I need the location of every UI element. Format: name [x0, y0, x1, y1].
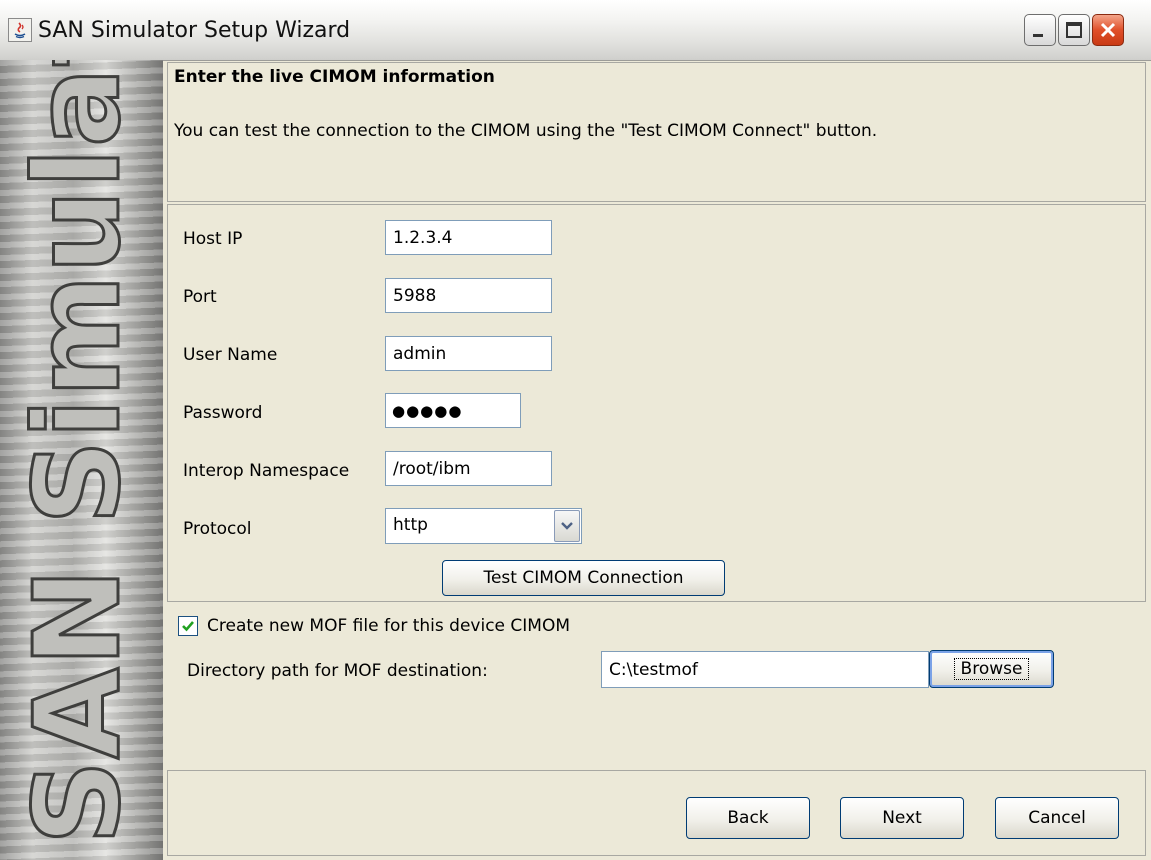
navigation-panel: Back Next Cancel: [167, 770, 1146, 856]
mof-directory-label: Directory path for MOF destination:: [187, 661, 488, 681]
close-button[interactable]: [1092, 14, 1124, 46]
cancel-button[interactable]: Cancel: [995, 797, 1119, 839]
mof-directory-input[interactable]: [601, 651, 929, 688]
create-mof-label: Create new MOF file for this device CIMO…: [207, 616, 571, 636]
protocol-selected-value: http: [393, 515, 428, 535]
cancel-label: Cancel: [1028, 808, 1086, 828]
browse-button[interactable]: Browse: [929, 650, 1054, 688]
banner-logo: SAN Simulator: [7, 60, 148, 847]
minimize-icon: [1033, 34, 1043, 37]
page-description: You can test the connection to the CIMOM…: [174, 121, 878, 141]
svg-text:SAN Simulator: SAN Simulator: [8, 60, 146, 845]
back-label: Back: [727, 808, 769, 828]
user-name-input[interactable]: [385, 336, 552, 371]
user-name-label: User Name: [183, 345, 278, 365]
protocol-label: Protocol: [183, 519, 252, 539]
create-mof-checkbox[interactable]: [178, 616, 198, 636]
host-ip-label: Host IP: [183, 229, 243, 249]
test-cimom-connection-label: Test CIMOM Connection: [483, 568, 684, 588]
host-ip-input[interactable]: [385, 220, 552, 255]
port-label: Port: [183, 287, 217, 307]
test-cimom-connection-button[interactable]: Test CIMOM Connection: [442, 560, 725, 596]
mof-panel: Create new MOF file for this device CIMO…: [167, 604, 1146, 768]
checkmark-icon: [182, 621, 194, 632]
protocol-dropdown-button[interactable]: [554, 510, 580, 542]
protocol-select[interactable]: http: [385, 508, 582, 544]
maximize-icon: [1066, 22, 1082, 38]
close-icon: [1100, 22, 1116, 38]
password-input[interactable]: ●●●●●: [385, 393, 521, 428]
side-banner: SAN Simulator: [0, 60, 163, 860]
password-label: Password: [183, 403, 263, 423]
chevron-down-icon: [561, 522, 573, 530]
java-app-icon[interactable]: [8, 18, 32, 42]
connection-form: Host IP Port User Name Password ●●●●● In…: [167, 204, 1146, 602]
browse-label: Browse: [953, 658, 1030, 680]
setup-wizard-window: SAN Simulator Setup Wizard SAN Simulator…: [0, 0, 1151, 860]
window-title: SAN Simulator Setup Wizard: [38, 18, 351, 43]
next-button[interactable]: Next: [840, 797, 964, 839]
back-button[interactable]: Back: [686, 797, 810, 839]
interop-namespace-label: Interop Namespace: [183, 461, 350, 481]
maximize-button[interactable]: [1058, 14, 1090, 46]
next-label: Next: [882, 808, 922, 828]
interop-namespace-input[interactable]: [385, 451, 552, 486]
header-panel: Enter the live CIMOM information You can…: [167, 62, 1146, 202]
port-input[interactable]: [385, 278, 552, 313]
title-bar[interactable]: SAN Simulator Setup Wizard: [0, 0, 1151, 61]
page-title: Enter the live CIMOM information: [174, 67, 495, 87]
minimize-button[interactable]: [1024, 14, 1056, 46]
